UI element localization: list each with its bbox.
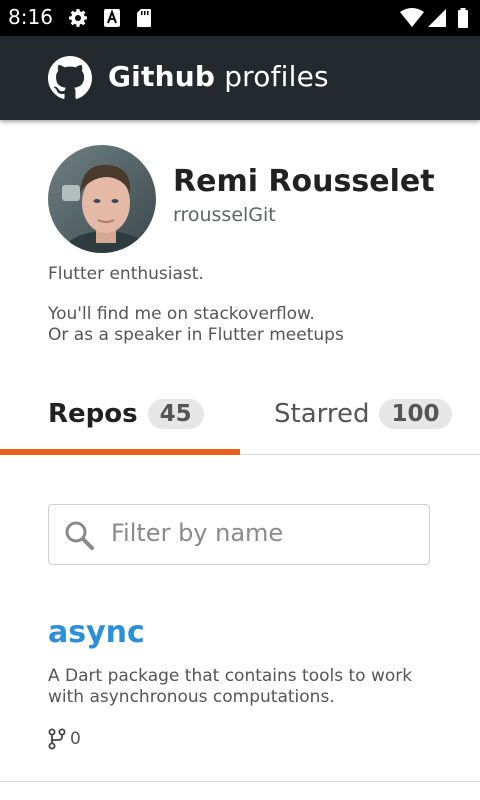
tab-starred[interactable]: Starred 100 bbox=[274, 392, 452, 436]
repo-fork-count: 0 bbox=[70, 729, 81, 749]
tab-starred-label: Starred bbox=[274, 399, 370, 429]
filter-search-placeholder: Filter by name bbox=[111, 519, 284, 547]
tab-repos-count-badge: 45 bbox=[147, 399, 204, 429]
tab-repos[interactable]: Repos 45 bbox=[48, 392, 204, 436]
sd-card-icon bbox=[137, 9, 151, 27]
profile-bio-line: You'll find me on stackoverflow. bbox=[48, 304, 315, 324]
filter-search-field[interactable]: Filter by name bbox=[48, 504, 430, 565]
tab-selected-indicator bbox=[0, 449, 240, 455]
search-icon bbox=[65, 521, 94, 550]
avatar bbox=[48, 145, 156, 253]
app-title: Github profiles bbox=[108, 60, 329, 93]
tab-starred-count-badge: 100 bbox=[379, 399, 452, 429]
gear-icon bbox=[69, 9, 87, 27]
tab-repos-label: Repos bbox=[48, 399, 138, 429]
profile-name: Remi Rousselet bbox=[173, 164, 435, 199]
github-logo-icon bbox=[48, 56, 92, 99]
repo-fork-stat: 0 bbox=[48, 728, 81, 750]
app-bar: Github profiles bbox=[0, 36, 480, 120]
status-bar: 8:16 bbox=[0, 0, 480, 36]
profile-bio-line: Flutter enthusiast. bbox=[48, 264, 204, 284]
text-a-icon bbox=[104, 9, 120, 27]
repo-description: A Dart package that contains tools to wo… bbox=[48, 666, 413, 707]
app-title-bold: Github bbox=[108, 60, 216, 93]
avatar-image bbox=[48, 145, 156, 253]
signal-icon bbox=[428, 9, 446, 27]
battery-icon bbox=[458, 8, 468, 28]
status-time: 8:16 bbox=[8, 5, 53, 29]
repo-name-link[interactable]: async bbox=[48, 615, 145, 650]
profile-bio-line: Or as a speaker in Flutter meetups bbox=[48, 325, 344, 345]
wifi-icon bbox=[400, 8, 424, 27]
profile-login: rrousselGit bbox=[173, 204, 276, 226]
fork-icon bbox=[48, 728, 66, 750]
list-divider bbox=[0, 781, 480, 782]
app-title-rest: profiles bbox=[224, 60, 329, 93]
